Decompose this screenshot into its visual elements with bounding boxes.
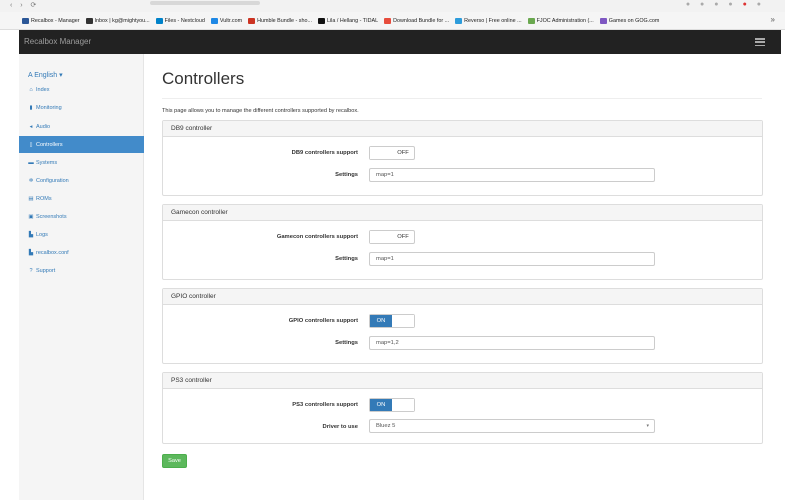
bookmark-item[interactable]: Lila / Hellang - TIDAL: [317, 17, 378, 24]
favicon-icon: [22, 17, 29, 24]
support-label: PS3 controllers support: [292, 402, 358, 408]
db9-support-toggle[interactable]: OFF: [369, 146, 415, 160]
menu-toggle-icon[interactable]: [755, 38, 765, 46]
title-divider: [162, 98, 762, 99]
favicon-icon: [155, 17, 163, 24]
bookmarks-overflow-button[interactable]: »: [771, 15, 775, 24]
browser-nav-icons[interactable]: ‹ › ⟳: [10, 1, 39, 9]
panel-heading: GPIO controller: [163, 289, 762, 305]
page-intro: This page allows you to manage the diffe…: [162, 108, 359, 114]
question-icon: ?: [29, 267, 33, 274]
support-label: GPIO controllers support: [288, 318, 358, 324]
bookmark-item[interactable]: Vultr.com: [210, 17, 242, 24]
favicon-icon: [85, 17, 93, 24]
toggle-state: ON: [370, 315, 392, 327]
panel-gpio: GPIO controller GPIO controllers support…: [162, 288, 763, 364]
settings-label: Settings: [335, 256, 358, 262]
monitor-icon: ▬: [28, 159, 34, 166]
browser-tab-strip: ‹ › ⟳ ● ● ● ● ● ●: [0, 0, 785, 12]
brand-title[interactable]: Recalbox Manager: [24, 37, 91, 46]
bookmark-item[interactable]: Recalbox - Manager: [22, 17, 80, 24]
favicon-icon: [384, 17, 392, 24]
app-navbar: Recalbox Manager: [19, 30, 781, 54]
sidebar-item-index[interactable]: ⌂ Index: [19, 81, 144, 98]
favicon-icon: [248, 17, 256, 24]
sidebar-item-roms[interactable]: ▤ ROMs: [19, 190, 144, 207]
panel-heading: PS3 controller: [163, 373, 762, 389]
bookmark-item[interactable]: Download Bundle for ...: [384, 17, 449, 24]
home-icon: ⌂: [29, 86, 33, 93]
bookmark-item[interactable]: Inbox | kg@mightyou...: [85, 17, 150, 24]
favicon-icon: [455, 17, 463, 24]
ps3-support-toggle[interactable]: ON: [369, 398, 415, 412]
favicon-icon: [599, 17, 607, 24]
panel-ps3: PS3 controller PS3 controllers support O…: [162, 372, 763, 444]
settings-label: Settings: [335, 340, 358, 346]
picture-icon: ▣: [28, 213, 34, 220]
sidebar-item-logs[interactable]: ▙ Logs: [19, 226, 144, 243]
select-caret-icon: ▾: [646, 423, 649, 429]
gpio-support-toggle[interactable]: ON: [369, 314, 415, 328]
gpio-settings-input[interactable]: map=1,2: [369, 336, 655, 350]
panel-heading: Gamecon controller: [163, 205, 762, 221]
sidebar-item-monitoring[interactable]: ▮ Monitoring: [19, 99, 144, 116]
sidebar-item-audio[interactable]: ◂ Audio: [19, 118, 144, 135]
extension-icons[interactable]: ● ● ● ● ● ●: [686, 1, 765, 8]
bookmark-item[interactable]: Files - Nextcloud: [155, 17, 205, 24]
file-icon: ▙: [28, 231, 34, 238]
bookmarks-bar: Recalbox - Manager Inbox | kg@mightyou..…: [0, 12, 785, 30]
sidebar-item-support[interactable]: ? Support: [19, 262, 144, 279]
sidebar-item-screenshots[interactable]: ▣ Screenshots: [19, 208, 144, 225]
support-label: Gamecon controllers support: [276, 234, 358, 240]
favicon-icon: [210, 17, 218, 24]
volume-icon: ◂: [29, 123, 33, 130]
sidebar-item-controllers[interactable]: ▯ Controllers: [19, 136, 144, 153]
main-content: Controllers This page allows you to mana…: [144, 54, 781, 500]
support-label: DB9 controllers support: [291, 150, 358, 156]
sidebar-item-recalbox-conf[interactable]: ▙ recalbox.conf: [19, 244, 144, 261]
bookmark-item[interactable]: Humble Bundle - sho...: [248, 17, 312, 24]
gamecon-settings-input[interactable]: map=1: [369, 252, 655, 266]
toggle-state: OFF: [397, 234, 409, 240]
panel-gamecon: Gamecon controller Gamecon controllers s…: [162, 204, 763, 280]
sidebar-item-systems[interactable]: ▬ Systems: [19, 154, 144, 171]
settings-label: Settings: [335, 172, 358, 178]
toggle-state: OFF: [397, 150, 409, 156]
favicon-icon: [527, 17, 535, 24]
address-bar[interactable]: [150, 1, 260, 5]
driver-label: Driver to use: [322, 424, 358, 430]
ps3-driver-select[interactable]: Bluez 5 ▾: [369, 419, 655, 433]
file-icon: ▙: [28, 249, 34, 256]
toggle-state: ON: [370, 399, 392, 411]
bookmark-item[interactable]: Games on GOG.com: [599, 17, 659, 24]
sidebar-item-configuration[interactable]: ✲ Configuration: [19, 172, 144, 189]
save-button[interactable]: Save: [162, 454, 187, 468]
gamecon-support-toggle[interactable]: OFF: [369, 230, 415, 244]
cog-icon: ✲: [28, 177, 34, 184]
film-icon: ▤: [28, 195, 34, 202]
bar-chart-icon: ▮: [29, 104, 33, 111]
page-title: Controllers: [162, 69, 245, 88]
db9-settings-input[interactable]: map=1: [369, 168, 655, 182]
sidebar: A English ▾ ⌂ Index ▮ Monitoring ◂ Audio ▯ C…: [19, 54, 144, 500]
panel-heading: DB9 controller: [163, 121, 762, 137]
bookmark-item[interactable]: Reverso | Free online ...: [455, 17, 522, 24]
bookmark-item[interactable]: FJOC Administration (...: [527, 17, 594, 24]
panel-db9: DB9 controller DB9 controllers support O…: [162, 120, 763, 196]
gamepad-icon: ▯: [29, 141, 33, 148]
favicon-icon: [317, 17, 325, 24]
